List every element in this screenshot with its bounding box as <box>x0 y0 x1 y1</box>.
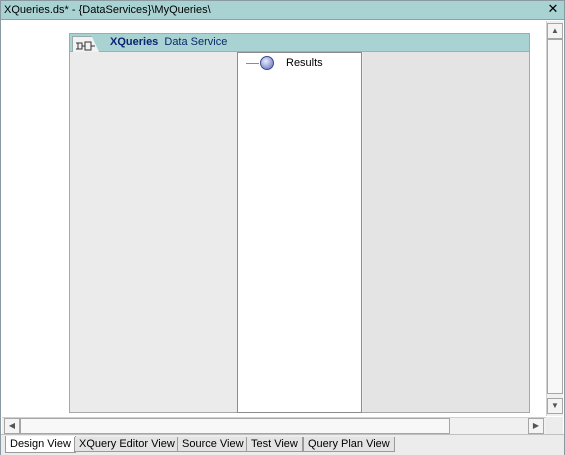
data-service-panel[interactable]: XQueries Data Service Results <box>69 33 530 413</box>
scroll-down-icon[interactable]: ▼ <box>547 398 563 414</box>
tab-xquery-editor-view[interactable]: XQuery Editor View <box>74 437 180 452</box>
tab-query-plan-view[interactable]: Query Plan View <box>303 437 395 452</box>
results-box[interactable]: Results <box>237 52 362 413</box>
window-title: XQueries.ds* - {DataServices}\MyQueries\ <box>4 4 211 16</box>
data-service-name: XQueries <box>110 36 159 48</box>
tab-test-view[interactable]: Test View <box>246 437 303 452</box>
view-tabs: Design View XQuery Editor View Source Vi… <box>1 434 564 455</box>
data-service-header: XQueries Data Service <box>70 34 529 54</box>
scroll-right-icon[interactable]: ▶ <box>528 418 544 434</box>
title-bar: XQueries.ds* - {DataServices}\MyQueries\… <box>1 1 564 20</box>
node-connector-line <box>246 63 259 64</box>
close-icon[interactable]: ✕ <box>546 2 560 16</box>
data-service-type-label: Data Service <box>164 36 228 48</box>
left-pane <box>70 52 237 412</box>
scrollbar-corner <box>546 417 563 434</box>
data-service-title: XQueries Data Service <box>110 35 227 50</box>
scroll-up-icon[interactable]: ▲ <box>547 23 563 39</box>
tab-source-view[interactable]: Source View <box>177 437 249 452</box>
tab-design-view[interactable]: Design View <box>5 436 76 453</box>
right-pane <box>363 52 529 412</box>
scroll-left-icon[interactable]: ◀ <box>4 418 20 434</box>
results-label: Results <box>286 57 323 69</box>
vertical-scrollbar[interactable]: ▲ ▼ <box>546 21 563 416</box>
vertical-scroll-thumb[interactable] <box>547 39 563 394</box>
editor-window: XQueries.ds* - {DataServices}\MyQueries\… <box>0 0 565 455</box>
horizontal-scroll-thumb[interactable] <box>20 418 450 434</box>
design-canvas[interactable]: XQueries Data Service Results <box>2 21 545 415</box>
horizontal-scrollbar[interactable]: ◀ ▶ <box>2 417 546 434</box>
results-sphere-icon[interactable] <box>260 56 274 70</box>
